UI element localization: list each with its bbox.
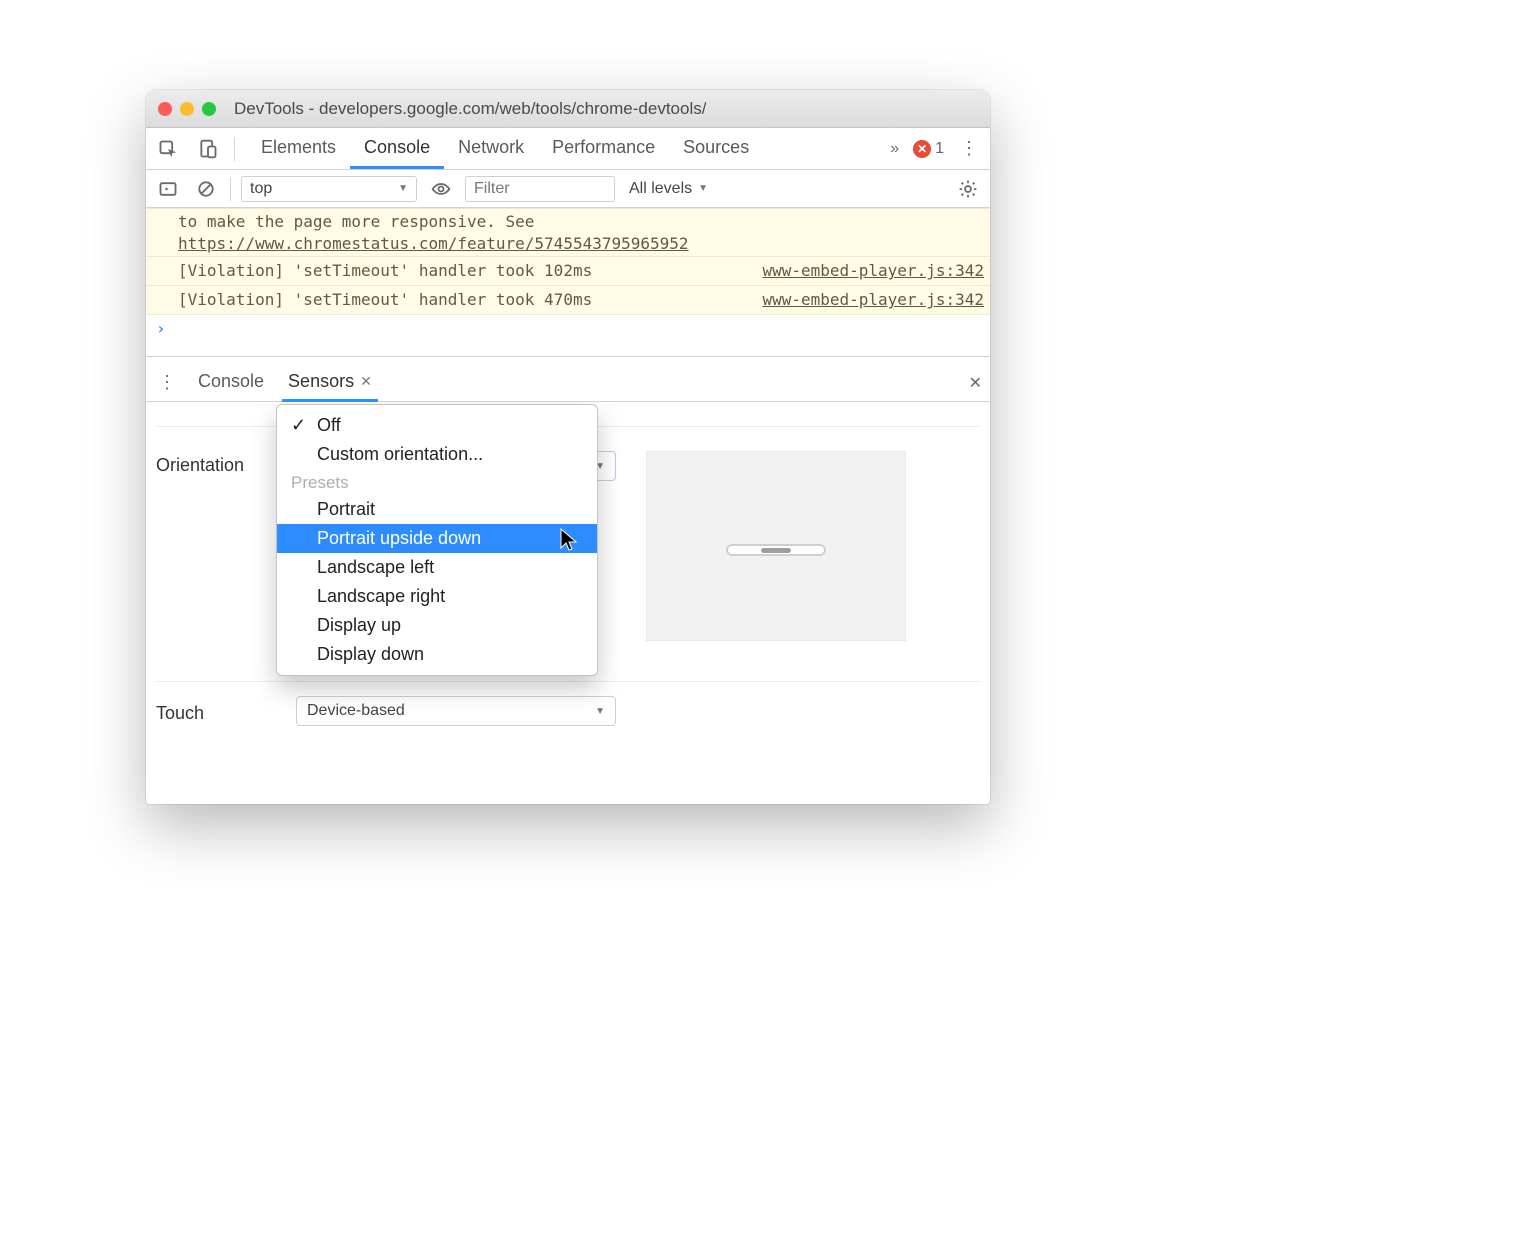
drawer-menu-button[interactable]: ⋮ bbox=[154, 372, 180, 393]
traffic-lights bbox=[158, 102, 216, 116]
main-tabs-bar: Elements Console Network Performance Sou… bbox=[146, 128, 990, 170]
menu-item-landscape-left[interactable]: Landscape left bbox=[277, 553, 597, 582]
menu-item-display-down[interactable]: Display down bbox=[277, 640, 597, 669]
window-close-button[interactable] bbox=[158, 102, 172, 116]
window-maximize-button[interactable] bbox=[202, 102, 216, 116]
console-violation-row: [Violation] 'setTimeout' handler took 47… bbox=[146, 286, 990, 315]
tab-console[interactable]: Console bbox=[350, 128, 444, 169]
console-prompt-icon: › bbox=[156, 319, 166, 338]
live-expressions-icon[interactable] bbox=[427, 170, 455, 207]
console-warning-row: to make the page more responsive. See ht… bbox=[146, 208, 990, 257]
drawer-tab-label: Console bbox=[198, 371, 264, 392]
tab-sources[interactable]: Sources bbox=[669, 128, 763, 169]
error-icon: ✕ bbox=[913, 140, 931, 158]
close-tab-icon[interactable]: ✕ bbox=[360, 373, 372, 390]
console-settings-icon[interactable] bbox=[954, 170, 982, 207]
menu-item-display-up[interactable]: Display up bbox=[277, 611, 597, 640]
menu-item-off[interactable]: Off bbox=[277, 411, 597, 440]
touch-select[interactable]: Device-based ▼ bbox=[296, 696, 616, 726]
clear-console-icon[interactable] bbox=[192, 170, 220, 207]
main-menu-button[interactable]: ⋮ bbox=[956, 138, 982, 159]
drawer-tab-sensors[interactable]: Sensors ✕ bbox=[282, 365, 378, 402]
console-violation-row: [Violation] 'setTimeout' handler took 10… bbox=[146, 257, 990, 286]
violation-source-link[interactable]: www-embed-player.js:342 bbox=[762, 259, 984, 283]
drawer-tab-console[interactable]: Console bbox=[192, 365, 270, 402]
separator bbox=[156, 681, 980, 682]
console-input-row[interactable]: › bbox=[146, 315, 990, 356]
menu-item-landscape-right[interactable]: Landscape right bbox=[277, 582, 597, 611]
touch-select-value: Device-based bbox=[307, 702, 405, 720]
chevron-down-icon: ▼ bbox=[595, 706, 605, 717]
execution-context-value: top bbox=[250, 180, 272, 198]
warning-text: to make the page more responsive. See bbox=[178, 212, 534, 231]
device-toggle-icon[interactable] bbox=[194, 128, 222, 169]
filter-input[interactable] bbox=[465, 176, 615, 202]
menu-item-portrait[interactable]: Portrait bbox=[277, 495, 597, 524]
violation-text: [Violation] 'setTimeout' handler took 47… bbox=[178, 288, 592, 312]
chevron-down-icon: ▼ bbox=[398, 183, 408, 194]
inspect-element-icon[interactable] bbox=[154, 128, 182, 169]
drawer-close-button[interactable]: ✕ bbox=[969, 373, 982, 393]
drawer-resize-handle[interactable] bbox=[146, 356, 990, 364]
drawer-tab-label: Sensors bbox=[288, 371, 354, 392]
titlebar: DevTools - developers.google.com/web/too… bbox=[146, 90, 990, 128]
touch-row: Touch Device-based ▼ bbox=[156, 696, 980, 726]
menu-item-custom[interactable]: Custom orientation... bbox=[277, 440, 597, 469]
console-output: to make the page more responsive. See ht… bbox=[146, 208, 990, 356]
window-minimize-button[interactable] bbox=[180, 102, 194, 116]
tab-elements[interactable]: Elements bbox=[247, 128, 350, 169]
orientation-label: Orientation bbox=[156, 451, 266, 476]
device-top-edge bbox=[726, 544, 826, 556]
errors-indicator[interactable]: ✕ 1 bbox=[913, 140, 944, 158]
execution-context-select[interactable]: top ▼ bbox=[241, 176, 417, 202]
warning-link[interactable]: https://www.chromestatus.com/feature/574… bbox=[178, 234, 689, 253]
separator bbox=[234, 137, 235, 161]
log-levels-select[interactable]: All levels ▼ bbox=[625, 176, 712, 202]
menu-header-presets: Presets bbox=[277, 469, 597, 495]
violation-source-link[interactable]: www-embed-player.js:342 bbox=[762, 288, 984, 312]
menu-item-portrait-upside-down[interactable]: Portrait upside down bbox=[277, 524, 597, 553]
console-sidebar-toggle-icon[interactable] bbox=[154, 170, 182, 207]
chevron-down-icon: ▼ bbox=[698, 183, 708, 194]
orientation-dropdown-menu: Off Custom orientation... Presets Portra… bbox=[276, 404, 598, 676]
device-speaker bbox=[761, 548, 791, 553]
drawer-tabs-bar: ⋮ Console Sensors ✕ ✕ bbox=[146, 364, 990, 402]
tab-performance[interactable]: Performance bbox=[538, 128, 669, 169]
touch-label: Touch bbox=[156, 699, 266, 724]
devtools-window: DevTools - developers.google.com/web/too… bbox=[146, 90, 990, 804]
orientation-preview[interactable] bbox=[646, 451, 906, 641]
separator bbox=[230, 177, 231, 201]
sensors-panel: Orientation ▼ Off Custom orientation... … bbox=[146, 402, 990, 804]
main-tabs: Elements Console Network Performance Sou… bbox=[247, 128, 876, 169]
errors-count: 1 bbox=[935, 140, 944, 158]
tab-network[interactable]: Network bbox=[444, 128, 538, 169]
tabs-overflow-button[interactable]: » bbox=[888, 140, 901, 158]
log-levels-label: All levels bbox=[629, 180, 692, 198]
window-title: DevTools - developers.google.com/web/too… bbox=[234, 99, 706, 119]
console-toolbar: top ▼ All levels ▼ bbox=[146, 170, 990, 208]
violation-text: [Violation] 'setTimeout' handler took 10… bbox=[178, 259, 592, 283]
